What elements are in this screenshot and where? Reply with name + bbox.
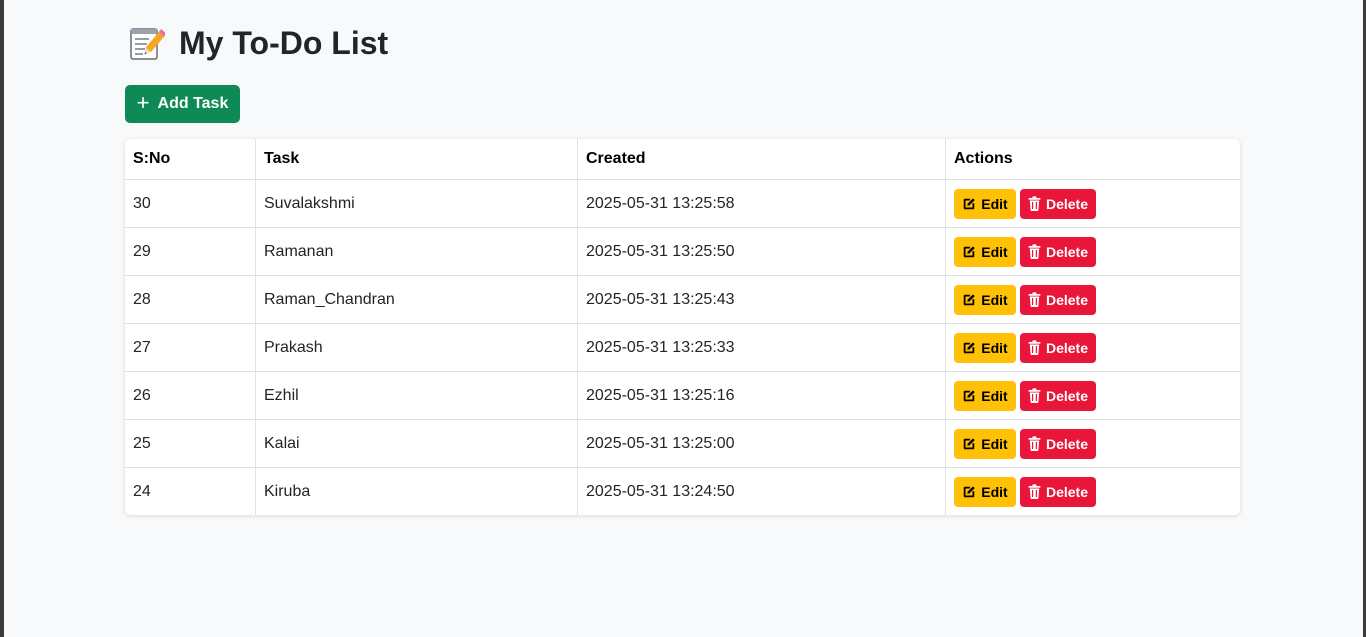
header-task: Task xyxy=(255,139,578,180)
cell-created: 2025-05-31 13:25:50 xyxy=(577,227,946,276)
edit-icon xyxy=(964,197,975,209)
delete-label: Delete xyxy=(1045,435,1088,452)
trash-icon xyxy=(1028,292,1041,307)
header-created: Created xyxy=(577,139,946,180)
cell-actions: Edit Delete xyxy=(945,323,1240,372)
cell-created: 2025-05-31 13:25:16 xyxy=(577,371,946,420)
edit-label: Edit xyxy=(981,387,1008,404)
cell-created: 2025-05-31 13:25:33 xyxy=(577,323,946,372)
edit-icon xyxy=(964,245,975,257)
edit-icon xyxy=(964,437,975,449)
table-row: 24 Kiruba 2025-05-31 13:24:50 Edit Delet… xyxy=(125,467,1241,516)
cell-sno: 30 xyxy=(125,179,256,228)
window-left-edge xyxy=(0,0,4,637)
delete-button[interactable]: Delete xyxy=(1020,380,1096,411)
table-header-row: S:No Task Created Actions xyxy=(125,139,1240,180)
delete-button[interactable]: Delete xyxy=(1020,188,1096,219)
row-actions: Edit Delete xyxy=(954,332,1232,363)
row-actions: Edit Delete xyxy=(954,188,1232,219)
trash-icon xyxy=(1028,388,1041,403)
delete-button[interactable]: Delete xyxy=(1020,332,1096,363)
table-row: 25 Kalai 2025-05-31 13:25:00 Edit Delete xyxy=(125,419,1240,468)
task-table-container: S:No Task Created Actions 30 Suvalakshmi… xyxy=(125,139,1240,515)
row-actions: Edit Delete xyxy=(954,284,1232,315)
cell-task: Kiruba xyxy=(255,467,578,515)
edit-label: Edit xyxy=(981,291,1008,308)
cell-sno: 24 xyxy=(125,467,256,515)
task-table: S:No Task Created Actions 30 Suvalakshmi… xyxy=(125,139,1240,515)
delete-label: Delete xyxy=(1045,339,1088,356)
edit-button[interactable]: Edit xyxy=(954,428,1016,459)
table-row: 26 Ezhil 2025-05-31 13:25:16 Edit Delete xyxy=(125,371,1240,420)
edit-icon xyxy=(964,341,975,353)
cell-actions: Edit Delete xyxy=(945,419,1240,468)
edit-label: Edit xyxy=(981,243,1008,260)
cell-task: Ramanan xyxy=(255,227,578,276)
cell-sno: 27 xyxy=(125,323,256,372)
cell-created: 2025-05-31 13:25:00 xyxy=(577,419,946,468)
header-actions: Actions xyxy=(945,139,1240,180)
edit-button[interactable]: Edit xyxy=(954,476,1016,507)
edit-button[interactable]: Edit xyxy=(954,380,1016,411)
add-task-button[interactable]: + Add Task xyxy=(125,85,240,123)
cell-task: Ezhil xyxy=(255,371,578,420)
cell-actions: Edit Delete xyxy=(945,371,1240,420)
plus-icon: + xyxy=(136,90,150,115)
edit-icon xyxy=(964,293,975,305)
delete-label: Delete xyxy=(1045,195,1088,212)
cell-sno: 29 xyxy=(125,227,256,276)
delete-label: Delete xyxy=(1045,387,1088,404)
edit-button[interactable]: Edit xyxy=(954,284,1016,315)
edit-button[interactable]: Edit xyxy=(954,188,1016,219)
cell-actions: Edit Delete xyxy=(946,468,1241,516)
cell-created: 2025-05-31 13:25:43 xyxy=(577,275,946,324)
cell-created: 2025-05-31 13:25:58 xyxy=(577,179,946,228)
row-actions: Edit Delete xyxy=(954,236,1232,267)
cell-created: 2025-05-31 13:24:50 xyxy=(577,467,946,515)
row-actions: Edit Delete xyxy=(954,380,1232,411)
cell-actions: Edit Delete xyxy=(945,179,1240,228)
trash-icon xyxy=(1028,436,1041,451)
cell-task: Kalai xyxy=(255,419,578,468)
trash-icon xyxy=(1028,196,1041,211)
delete-label: Delete xyxy=(1045,243,1088,260)
add-task-label: Add Task xyxy=(157,95,229,112)
cell-task: Prakash xyxy=(255,323,578,372)
edit-button[interactable]: Edit xyxy=(954,332,1016,363)
trash-icon xyxy=(1028,340,1041,355)
page-title: My To-Do List xyxy=(127,24,388,62)
delete-label: Delete xyxy=(1045,291,1088,308)
trash-icon xyxy=(1028,244,1041,259)
header-sno: S:No xyxy=(125,139,256,180)
delete-button[interactable]: Delete xyxy=(1020,284,1096,315)
row-actions: Edit Delete xyxy=(954,476,1232,507)
delete-button[interactable]: Delete xyxy=(1020,476,1096,507)
cell-sno: 25 xyxy=(125,419,256,468)
cell-actions: Edit Delete xyxy=(945,227,1240,276)
edit-label: Edit xyxy=(981,339,1008,356)
table-row: 27 Prakash 2025-05-31 13:25:33 Edit Dele… xyxy=(125,323,1240,372)
memo-icon xyxy=(130,28,165,60)
edit-label: Edit xyxy=(981,435,1008,452)
edit-icon xyxy=(964,389,975,401)
table-row: 28 Raman_Chandran 2025-05-31 13:25:43 Ed… xyxy=(125,275,1240,324)
page-title-text: My To-Do List xyxy=(179,24,389,61)
row-actions: Edit Delete xyxy=(954,428,1232,459)
trash-icon xyxy=(1028,484,1041,499)
table-row: 29 Ramanan 2025-05-31 13:25:50 Edit Dele… xyxy=(125,227,1240,276)
cell-sno: 26 xyxy=(125,371,256,420)
cell-sno: 28 xyxy=(125,275,256,324)
table-row: 30 Suvalakshmi 2025-05-31 13:25:58 Edit xyxy=(125,179,1240,228)
cell-task: Suvalakshmi xyxy=(255,179,578,228)
cell-actions: Edit Delete xyxy=(945,275,1240,324)
edit-label: Edit xyxy=(981,195,1008,212)
delete-button[interactable]: Delete xyxy=(1020,236,1096,267)
edit-label: Edit xyxy=(981,483,1008,500)
edit-button[interactable]: Edit xyxy=(954,236,1016,267)
delete-button[interactable]: Delete xyxy=(1020,428,1096,459)
cell-task: Raman_Chandran xyxy=(255,275,578,324)
delete-label: Delete xyxy=(1045,483,1088,500)
edit-icon xyxy=(964,485,975,497)
